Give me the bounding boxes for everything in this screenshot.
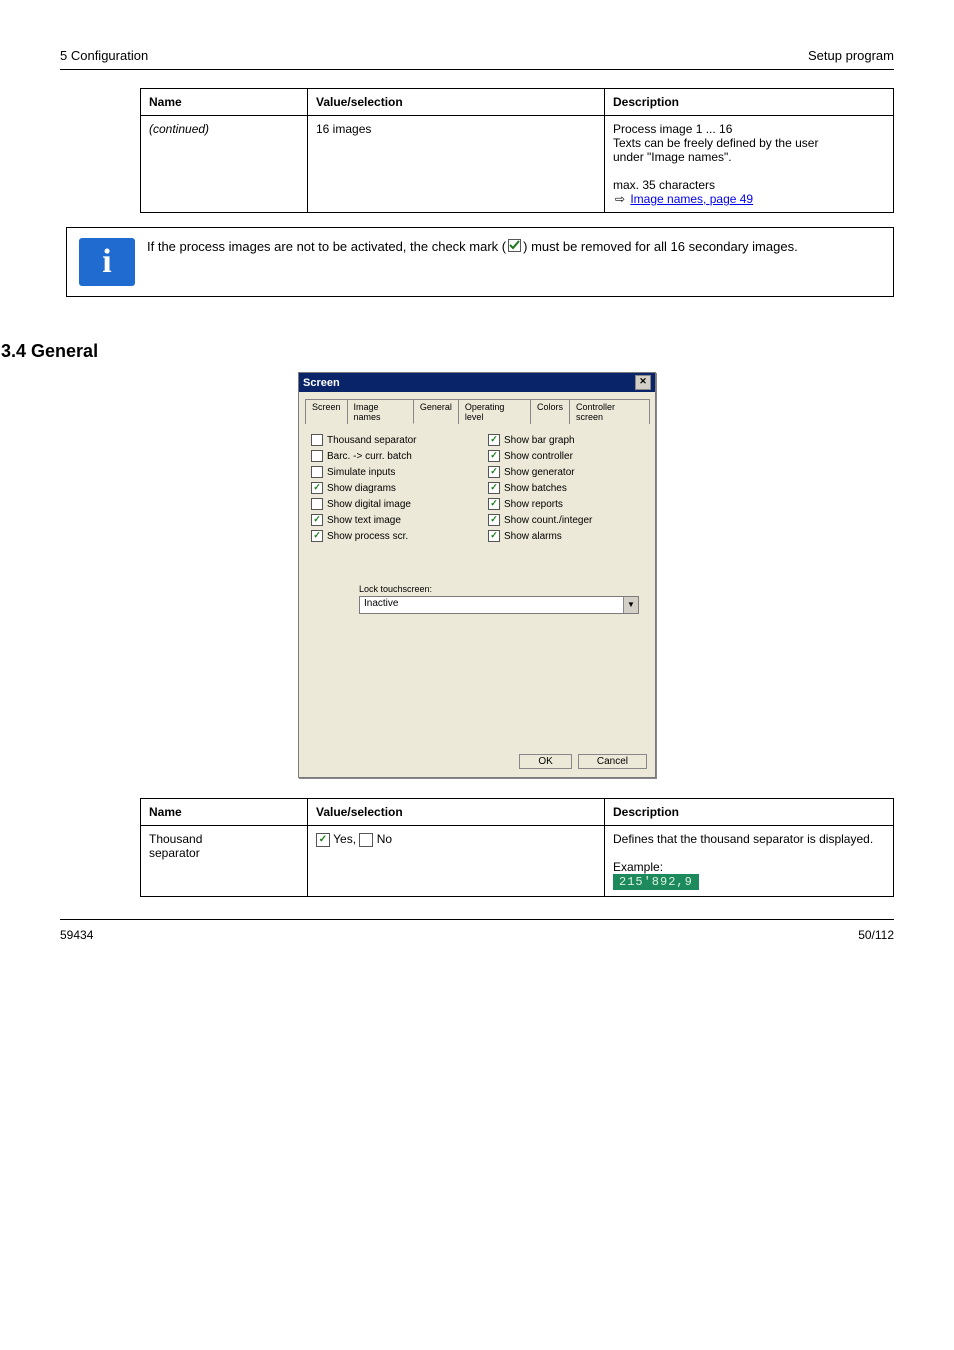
checkbox-icon[interactable] [311,466,323,478]
dialog-tabstrip: ScreenImage namesGeneralOperating levelC… [305,398,649,424]
example-display: 215'892,9 [613,874,699,890]
dialog-title: Screen [303,377,340,389]
tab-colors[interactable]: Colors [530,399,570,424]
checkbox-label: Thousand separator [327,435,417,446]
checkbox-icon[interactable] [311,434,323,446]
header-section-path: 5 Configuration [60,48,148,63]
tab-screen[interactable]: Screen [305,399,348,424]
chevron-down-icon[interactable]: ▼ [623,597,638,613]
checkbox-show-generator[interactable]: ✓ Show generator [488,466,643,478]
dialog-screen: Screen ✕ ScreenImage namesGeneralOperati… [298,372,656,778]
checkbox-icon[interactable] [311,450,323,462]
checkbox-icon[interactable] [311,498,323,510]
checkbox-label: Show text image [327,515,401,526]
checkbox-icon[interactable]: ✓ [311,482,323,494]
checkbox-icon[interactable]: ✓ [488,514,500,526]
table-row: (continued)16 imagesProcess image 1 ... … [141,116,894,213]
ok-button[interactable]: OK [519,754,571,769]
col-desc-2: Description [605,799,894,826]
checkbox-label: Show generator [504,467,575,478]
link-image-names[interactable]: Image names, page 49 [630,192,753,206]
table-general-settings: Name Value/selection Description Thousan… [140,798,894,897]
checkbox-icon[interactable]: ✓ [488,498,500,510]
checkbox-label: Show batches [504,483,567,494]
footer-right: 50/112 [858,928,894,942]
tab-general[interactable]: General [413,399,459,424]
checkbox-icon[interactable]: ✓ [488,530,500,542]
checkbox-show-bar-graph[interactable]: ✓ Show bar graph [488,434,643,446]
lock-touchscreen-value: Inactive [360,597,623,613]
checkbox-show-process-scr-[interactable]: ✓ Show process scr. [311,530,466,542]
footer-rule [60,919,894,920]
checkbox-simulate-inputs[interactable]: Simulate inputs [311,466,466,478]
checkbox-label: Show diagrams [327,483,396,494]
checkbox-icon[interactable]: ✓ [488,482,500,494]
checkbox-show-text-image[interactable]: ✓ Show text image [311,514,466,526]
tab-controller-screen[interactable]: Controller screen [569,399,650,424]
checkbox-show-reports[interactable]: ✓ Show reports [488,498,643,510]
footer-left: 59434 [60,928,93,942]
table-row: Thousandseparator✓ Yes, NoDefines that t… [141,826,894,897]
checkbox-label: Show digital image [327,499,411,510]
close-icon[interactable]: ✕ [635,375,651,390]
dialog-right-column: ✓ Show bar graph ✓ Show controller ✓ Show gen… [488,434,643,574]
checkbox-icon[interactable]: ✓ [488,434,500,446]
col-desc: Description [605,89,894,116]
checkbox-label: Show alarms [504,531,562,542]
lock-touchscreen-combo[interactable]: Inactive ▼ [359,596,639,614]
checkbox-show-digital-image[interactable]: Show digital image [311,498,466,510]
tab-operating-level[interactable]: Operating level [458,399,531,424]
checkbox-thousand-separator[interactable]: Thousand separator [311,434,466,446]
dialog-left-column: Thousand separator Barc. -> curr. batch Si… [311,434,466,574]
checkbox-show-diagrams[interactable]: ✓ Show diagrams [311,482,466,494]
checkbox-label: Show count./integer [504,515,592,526]
info-icon: i [79,238,135,286]
col-value-2: Value/selection [308,799,605,826]
checkbox-show-alarms[interactable]: ✓ Show alarms [488,530,643,542]
checkbox-show-count-integer[interactable]: ✓ Show count./integer [488,514,643,526]
info-text: If the process images are not to be acti… [147,238,798,256]
checkbox-label: Simulate inputs [327,467,395,478]
checkbox-show-batches[interactable]: ✓ Show batches [488,482,643,494]
lock-touchscreen-label: Lock touchscreen: [359,584,639,594]
checkbox-label: Show process scr. [327,531,408,542]
checkbox-label: Show bar graph [504,435,575,446]
cancel-button[interactable]: Cancel [578,754,647,769]
checkbox-show-controller[interactable]: ✓ Show controller [488,450,643,462]
col-name: Name [141,89,308,116]
col-value: Value/selection [308,89,605,116]
section-heading-5-3-4: 5.3.4 General [0,341,894,362]
checkbox-icon[interactable]: ✓ [311,530,323,542]
checkbox-label: Barc. -> curr. batch [327,451,412,462]
col-name-2: Name [141,799,308,826]
header-rule [60,69,894,70]
checkbox-label: Show reports [504,499,563,510]
checkbox-label: Show controller [504,451,573,462]
checkbox-icon[interactable]: ✓ [488,466,500,478]
table-image-names-continued: Name Value/selection Description (contin… [140,88,894,213]
checkbox-icon[interactable]: ✓ [311,514,323,526]
info-note: i If the process images are not to be ac… [66,227,894,297]
header-doc-title: Setup program [808,48,894,63]
checkbox-icon[interactable]: ✓ [488,450,500,462]
tab-image-names[interactable]: Image names [347,399,414,424]
checkbox-barc-curr-batch[interactable]: Barc. -> curr. batch [311,450,466,462]
